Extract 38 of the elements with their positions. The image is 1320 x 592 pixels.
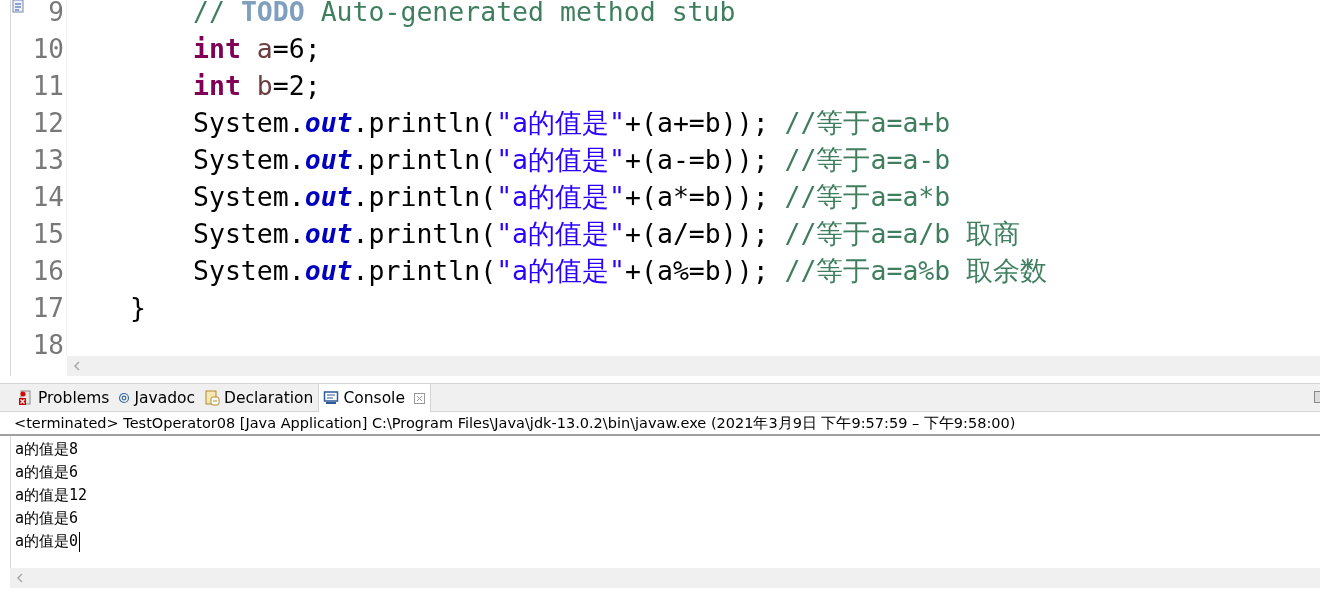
line-number: 14 — [32, 181, 65, 212]
line-number: 15 — [32, 218, 65, 249]
minimize-button[interactable] — [1314, 391, 1320, 403]
view-tab[interactable]: Console — [318, 384, 431, 412]
code-line: // TODO Auto-generated method stub — [193, 0, 736, 27]
code-line: int b=2; — [193, 70, 321, 101]
view-tab[interactable]: Declaration — [200, 384, 319, 411]
line-number: 9 — [48, 0, 65, 27]
console-header: <terminated> TestOperator08 [Java Application] C:\Program Files\Java\jdk-13.0.2\bin\javaw.exe (2021年3月9日 下午9:57:59 – 下午9:58:00) — [0, 412, 1320, 436]
close-icon[interactable] — [413, 392, 425, 404]
console-output-line: a的值是0 — [15, 530, 81, 553]
code-line: System.out.println("a的值是"+(a-=b)); //等于a=a-b — [193, 142, 951, 177]
warning-list-icon — [18, 389, 34, 406]
console-output-line: a的值是12 — [15, 485, 88, 506]
console-output-line: a的值是8 — [15, 439, 79, 460]
line-number: 16 — [32, 255, 65, 286]
horizontal-scrollbar[interactable] — [67, 356, 1320, 376]
document-icon — [204, 389, 221, 406]
view-tab[interactable]: Javadoc — [114, 384, 201, 411]
console-output-line: a的值是6 — [15, 462, 79, 483]
view-tab[interactable]: Problems — [14, 384, 115, 411]
line-number: 13 — [32, 144, 65, 175]
code-line: System.out.println("a的值是"+(a/=b)); //等于a=a/b 取商 — [193, 216, 1021, 251]
line-number: 17 — [32, 292, 65, 323]
monitor-icon — [323, 390, 340, 406]
chevron-left-icon[interactable] — [73, 361, 80, 371]
console-output-line: a的值是6 — [15, 508, 79, 529]
line-number: 18 — [32, 329, 65, 356]
code-line: System.out.println("a的值是"+(a*=b)); //等于a=a*b — [193, 179, 951, 214]
line-number: 11 — [32, 70, 65, 101]
line-number: 12 — [32, 107, 65, 138]
code-line: System.out.println("a的值是"+(a%=b)); //等于a=a%b 取余数 — [193, 253, 1048, 288]
code-line: int a=6; — [193, 33, 321, 64]
line-number: 10 — [32, 33, 65, 64]
code-line: } — [130, 292, 146, 323]
chevron-left-icon[interactable] — [16, 573, 23, 583]
horizontal-scrollbar[interactable] — [10, 568, 1320, 588]
code-line: System.out.println("a的值是"+(a+=b)); //等于a=a+b — [193, 105, 951, 140]
